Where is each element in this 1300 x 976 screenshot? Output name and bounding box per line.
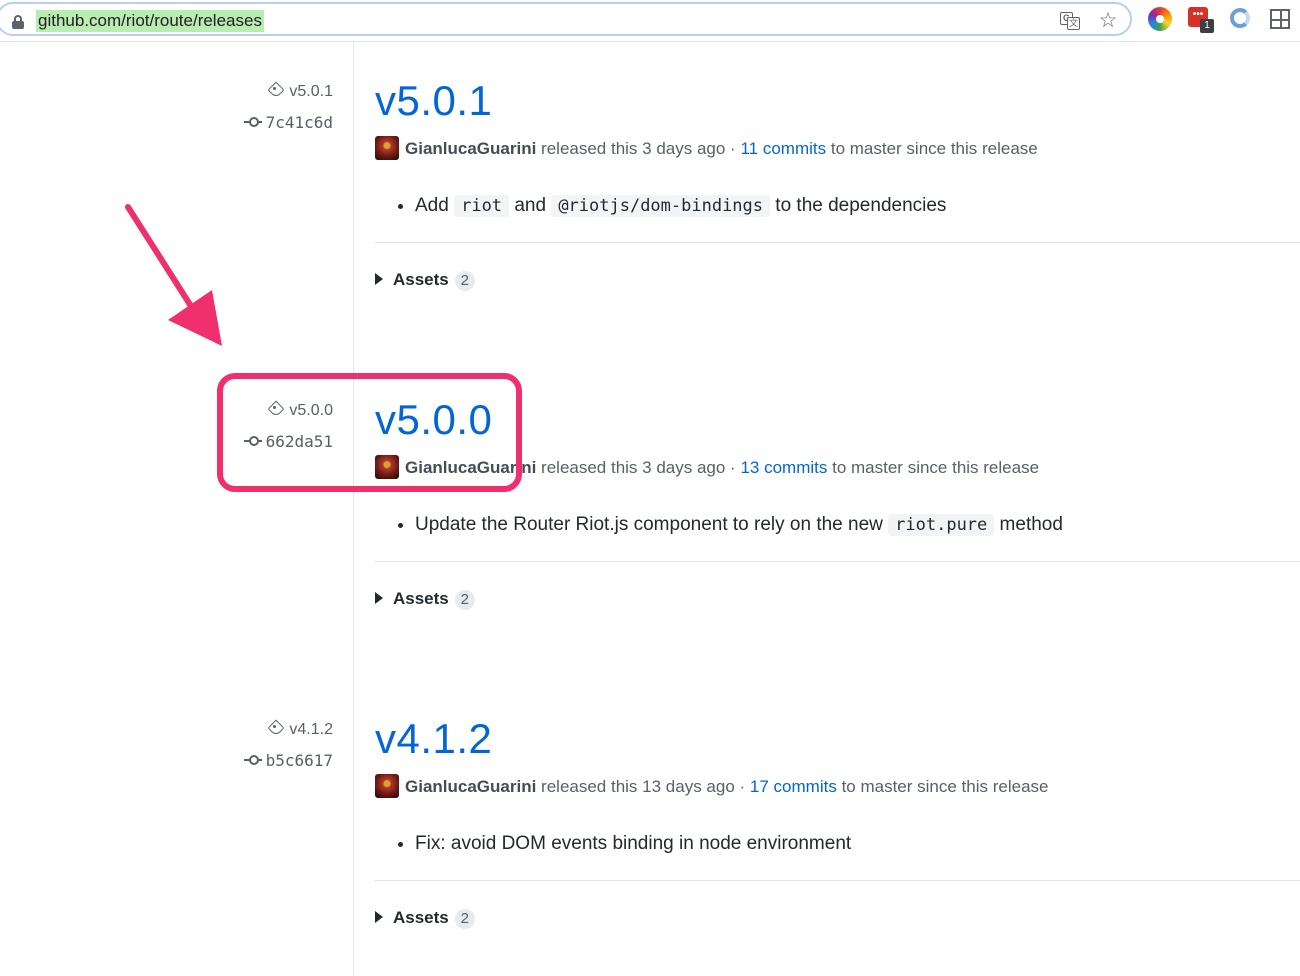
caret-right-icon xyxy=(375,592,383,604)
release-notes: Fix: avoid DOM events binding in node en… xyxy=(375,830,1300,858)
translate-icon[interactable]: G文 xyxy=(1058,9,1082,33)
assets-toggle[interactable]: Assets 2 xyxy=(375,268,1300,292)
git-commit-icon xyxy=(243,754,262,766)
assets-count-badge: 2 xyxy=(454,909,475,929)
release-v5-0-1: v5.0.1 GianlucaGuarini released this 3 d… xyxy=(375,76,1300,292)
tag-icon xyxy=(267,719,285,737)
caret-right-icon xyxy=(375,273,383,285)
assets-toggle[interactable]: Assets 2 xyxy=(375,906,1300,930)
caret-right-icon xyxy=(375,911,383,923)
avatar[interactable] xyxy=(375,136,399,160)
list-item: Update the Router Riot.js component to r… xyxy=(415,511,1300,539)
window-layout-extension-icon[interactable] xyxy=(1268,7,1292,31)
release-byline: GianlucaGuarini released this 3 days ago… xyxy=(375,136,1300,162)
divider xyxy=(375,880,1300,881)
commits-link[interactable]: 11 commits xyxy=(740,139,826,158)
author-link[interactable]: GianlucaGuarini xyxy=(405,139,536,158)
notification-badge: 1 xyxy=(1200,19,1214,33)
release-byline: GianlucaGuarini released this 13 days ag… xyxy=(375,774,1300,800)
release-meta-v4-1-2: v4.1.2 b5c6617 xyxy=(173,719,333,772)
release-notes: Update the Router Riot.js component to r… xyxy=(375,511,1300,539)
commit-link[interactable]: b5c6617 xyxy=(173,750,333,772)
highlight-box xyxy=(217,373,522,492)
release-notes: Add riot and @riotjs/dom-bindings to the… xyxy=(375,192,1300,220)
annotation-arrow-icon xyxy=(125,204,222,346)
color-picker-extension-icon[interactable] xyxy=(1148,7,1172,31)
timeline-line xyxy=(353,42,354,976)
assets-count-badge: 2 xyxy=(454,590,475,610)
tag-link[interactable]: v4.1.2 xyxy=(173,719,333,741)
list-item: Fix: avoid DOM events binding in node en… xyxy=(415,830,1300,858)
ring-extension-icon[interactable] xyxy=(1228,7,1252,31)
divider xyxy=(375,242,1300,243)
divider xyxy=(375,561,1300,562)
release-title[interactable]: v4.1.2 xyxy=(375,714,1300,764)
list-item: Add riot and @riotjs/dom-bindings to the… xyxy=(415,192,1300,220)
arrow-shaft xyxy=(125,204,199,317)
bookmark-star-icon[interactable]: ☆ xyxy=(1096,9,1120,33)
red-extension-icon[interactable]: ••• 1 xyxy=(1188,7,1214,33)
assets-toggle[interactable]: Assets 2 xyxy=(375,587,1300,611)
commits-link[interactable]: 17 commits xyxy=(750,777,837,796)
commits-link[interactable]: 13 commits xyxy=(740,458,827,477)
release-title[interactable]: v5.0.1 xyxy=(375,76,1300,126)
avatar[interactable] xyxy=(375,774,399,798)
release-v4-1-2: v4.1.2 GianlucaGuarini released this 13 … xyxy=(375,714,1300,930)
arrow-head xyxy=(168,290,222,346)
tag-icon xyxy=(267,81,285,99)
author-link[interactable]: GianlucaGuarini xyxy=(405,777,536,796)
assets-count-badge: 2 xyxy=(454,271,475,291)
